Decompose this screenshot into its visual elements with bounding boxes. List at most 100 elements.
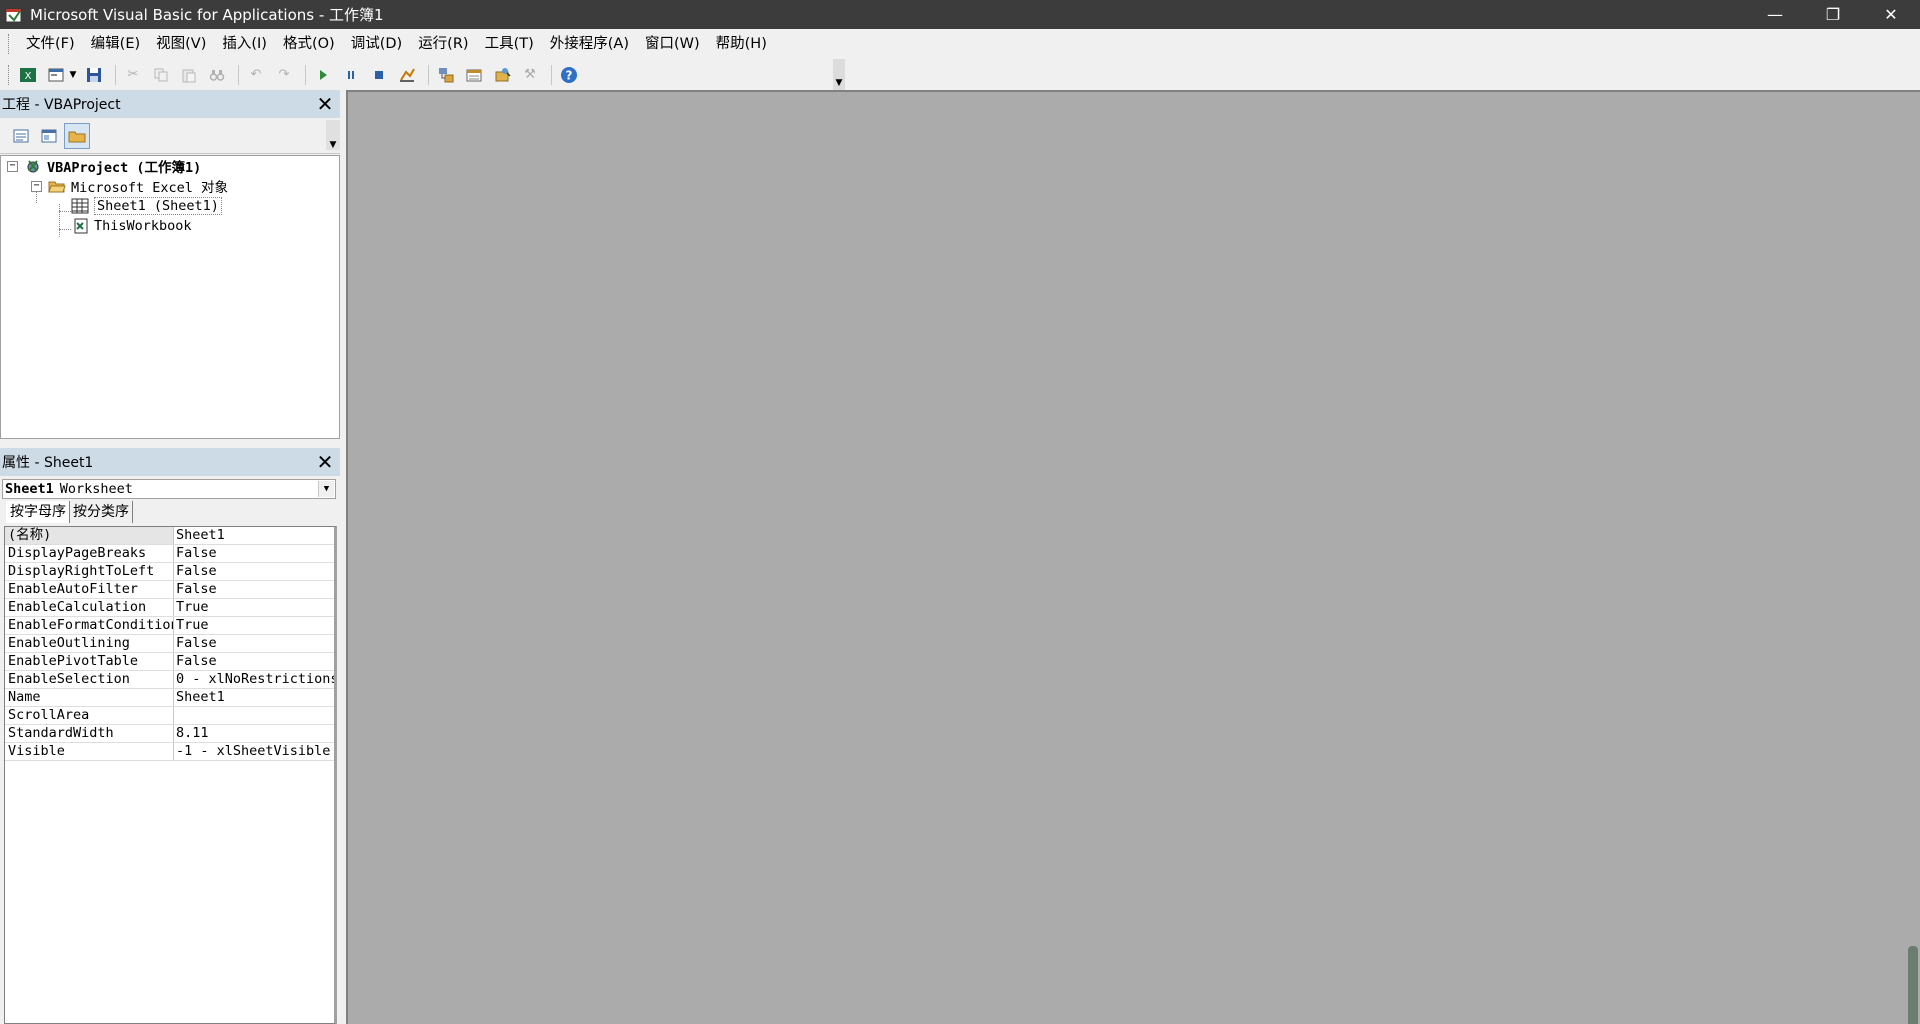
toolbar-options-button[interactable]: ▼ bbox=[833, 59, 845, 90]
property-value[interactable]: 0 - xlNoRestrictions bbox=[174, 671, 334, 688]
menu-tools[interactable]: 工具(T) bbox=[477, 32, 542, 56]
run-button[interactable] bbox=[311, 63, 335, 87]
toggle-folders-button[interactable] bbox=[64, 122, 90, 149]
menu-grip[interactable] bbox=[8, 34, 11, 54]
property-row[interactable]: ScrollArea bbox=[5, 707, 334, 725]
design-mode-button[interactable] bbox=[395, 63, 419, 87]
toolbox-button[interactable]: ⚒ bbox=[518, 63, 542, 87]
property-value[interactable]: False bbox=[174, 653, 334, 670]
toolbar-grip[interactable] bbox=[8, 64, 11, 85]
collapse-toggle[interactable]: − bbox=[7, 160, 18, 172]
excel-view-button[interactable]: X bbox=[16, 63, 40, 87]
property-value[interactable]: 8.11 bbox=[174, 725, 334, 742]
view-code-button[interactable] bbox=[8, 123, 34, 149]
paste-button[interactable] bbox=[177, 63, 201, 87]
properties-pane-header[interactable]: 属性 - Sheet1 ✕ bbox=[0, 448, 340, 476]
menu-debug[interactable]: 调试(D) bbox=[343, 32, 410, 56]
properties-icon bbox=[466, 69, 482, 81]
project-toolbar-overflow[interactable]: ▼ bbox=[326, 120, 340, 150]
collapse-toggle[interactable]: − bbox=[31, 180, 42, 192]
project-explorer-button[interactable] bbox=[434, 63, 458, 87]
menu-view[interactable]: 视图(V) bbox=[148, 32, 214, 56]
tab-categorized[interactable]: 按分类序 bbox=[70, 501, 133, 523]
chevron-down-icon: ▼ bbox=[835, 78, 843, 88]
property-row[interactable]: Visible -1 - xlSheetVisible bbox=[5, 743, 334, 761]
play-icon bbox=[320, 69, 327, 80]
paste-icon bbox=[182, 69, 196, 82]
chevron-down-icon: ▼ bbox=[69, 69, 77, 80]
svg-text:X: X bbox=[25, 71, 32, 82]
property-value[interactable] bbox=[174, 707, 334, 724]
property-row[interactable]: StandardWidth 8.11 bbox=[5, 725, 334, 743]
menu-edit[interactable]: 编辑(E) bbox=[83, 32, 148, 56]
folder-icon bbox=[68, 131, 86, 142]
property-row[interactable]: DisplayRightToLeft False bbox=[5, 563, 334, 581]
tree-label-vbaproject: VBAProject (工作簿1) bbox=[47, 160, 202, 176]
find-button[interactable] bbox=[205, 63, 229, 87]
tree-node-thisworkbook[interactable]: ThisWorkbook bbox=[71, 216, 192, 236]
object-selector-combo[interactable]: Sheet1 Worksheet ▼ bbox=[2, 479, 336, 499]
minimize-button[interactable]: — bbox=[1746, 0, 1804, 29]
tab-alphabetic[interactable]: 按字母序 bbox=[6, 501, 70, 523]
object-selector-dropdown[interactable]: ▼ bbox=[318, 481, 334, 497]
property-row[interactable]: DisplayPageBreaks False bbox=[5, 545, 334, 563]
menu-help[interactable]: 帮助(H) bbox=[708, 32, 775, 56]
restore-button[interactable]: ❐ bbox=[1804, 0, 1862, 29]
properties-window-button[interactable] bbox=[462, 63, 486, 87]
property-row[interactable]: EnableFormatConditionsCalculationTrue bbox=[5, 617, 334, 635]
property-row[interactable]: EnableOutlining False bbox=[5, 635, 334, 653]
reset-button[interactable] bbox=[367, 63, 391, 87]
property-row[interactable]: Name Sheet1 bbox=[5, 689, 334, 707]
property-value[interactable]: False bbox=[174, 563, 334, 580]
properties-pane-title: 属性 - Sheet1 bbox=[2, 455, 94, 471]
workspace-scroll-indicator[interactable] bbox=[1908, 946, 1918, 1024]
break-button[interactable] bbox=[339, 63, 363, 87]
property-row[interactable]: (名称) Sheet1 bbox=[5, 527, 334, 545]
excel-icon: X bbox=[20, 67, 36, 82]
property-row[interactable]: EnableAutoFilter False bbox=[5, 581, 334, 599]
close-button[interactable]: ✕ bbox=[1862, 0, 1920, 29]
menu-addins[interactable]: 外接程序(A) bbox=[542, 32, 637, 56]
property-value[interactable]: False bbox=[174, 545, 334, 562]
property-value[interactable]: Sheet1 bbox=[174, 689, 334, 706]
property-value[interactable]: True bbox=[174, 599, 334, 616]
view-object-button[interactable] bbox=[36, 123, 62, 149]
menu-format[interactable]: 格式(O) bbox=[275, 32, 343, 56]
menu-run[interactable]: 运行(R) bbox=[410, 32, 476, 56]
menu-window[interactable]: 窗口(W) bbox=[637, 32, 708, 56]
save-button[interactable] bbox=[82, 63, 106, 87]
tree-node-sheet1[interactable]: Sheet1 (Sheet1) bbox=[71, 196, 222, 216]
property-row[interactable]: EnablePivotTable False bbox=[5, 653, 334, 671]
property-value[interactable]: False bbox=[174, 581, 334, 598]
insert-dropdown-arrow[interactable]: ▼ bbox=[68, 63, 78, 87]
window-title: Microsoft Visual Basic for Applications … bbox=[30, 6, 384, 24]
property-value[interactable]: True bbox=[174, 617, 334, 634]
undo-button[interactable]: ↶ bbox=[244, 63, 268, 87]
tree-node-excel-objects[interactable]: − Microsoft Excel 对象 bbox=[31, 176, 228, 196]
toolbar-separator bbox=[551, 64, 552, 85]
properties-grid: (名称) Sheet1 DisplayPageBreaks False Displa… bbox=[4, 526, 337, 1024]
project-pane-header[interactable]: 工程 - VBAProject ✕ bbox=[0, 90, 340, 118]
property-value[interactable]: Sheet1 bbox=[174, 527, 334, 544]
help-button[interactable]: ? bbox=[557, 63, 581, 87]
pane-splitter[interactable] bbox=[0, 439, 340, 448]
cut-button[interactable]: ✂ bbox=[121, 63, 145, 87]
property-value[interactable]: -1 - xlSheetVisible bbox=[174, 743, 334, 760]
binoculars-icon bbox=[209, 69, 225, 81]
project-pane-close-button[interactable]: ✕ bbox=[314, 92, 336, 116]
copy-button[interactable] bbox=[149, 63, 173, 87]
close-icon: ✕ bbox=[316, 450, 334, 474]
properties-pane-close-button[interactable]: ✕ bbox=[314, 450, 336, 474]
mdi-workspace[interactable] bbox=[346, 90, 1920, 1024]
property-row[interactable]: EnableCalculation True bbox=[5, 599, 334, 617]
object-browser-button[interactable] bbox=[490, 63, 514, 87]
tree-node-vbaproject[interactable]: − VBAProject (工作簿1) bbox=[7, 156, 201, 176]
vba-app-icon[interactable] bbox=[4, 5, 24, 25]
property-row[interactable]: EnableSelection 0 - xlNoRestrictions bbox=[5, 671, 334, 689]
property-name: DisplayPageBreaks bbox=[5, 545, 174, 562]
menu-file[interactable]: 文件(F) bbox=[19, 32, 83, 56]
property-value[interactable]: False bbox=[174, 635, 334, 652]
insert-userform-button[interactable] bbox=[44, 63, 68, 87]
redo-button[interactable]: ↷ bbox=[272, 63, 296, 87]
menu-insert[interactable]: 插入(I) bbox=[214, 32, 275, 56]
